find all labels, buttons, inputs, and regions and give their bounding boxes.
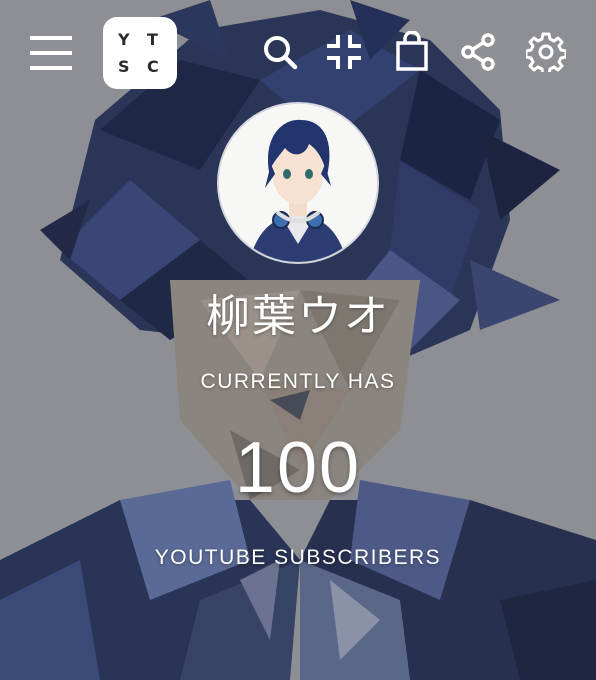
top-toolbar: Y T S C (0, 0, 596, 110)
currently-has-label: CURRENTLY HAS (200, 370, 396, 393)
anime-character-avatar (219, 104, 377, 262)
ytsc-logo[interactable]: Y T S C (103, 17, 177, 89)
logo-letter: Y (118, 30, 130, 49)
shopping-bag-icon[interactable] (395, 31, 429, 71)
gear-icon[interactable] (526, 32, 566, 72)
compress-icon[interactable] (325, 33, 363, 71)
subscriber-count: 100 (234, 428, 362, 508)
logo-letter: T (147, 30, 158, 49)
channel-avatar (219, 104, 377, 262)
menu-icon[interactable] (28, 34, 74, 72)
channel-name: 柳葉ウオ (206, 291, 390, 342)
logo-letter: S (118, 57, 130, 76)
share-icon[interactable] (460, 33, 496, 71)
youtube-subscribers-label: YOUTUBE SUBSCRIBERS (154, 546, 442, 569)
search-icon[interactable] (262, 34, 298, 70)
logo-letter: C (147, 57, 159, 76)
